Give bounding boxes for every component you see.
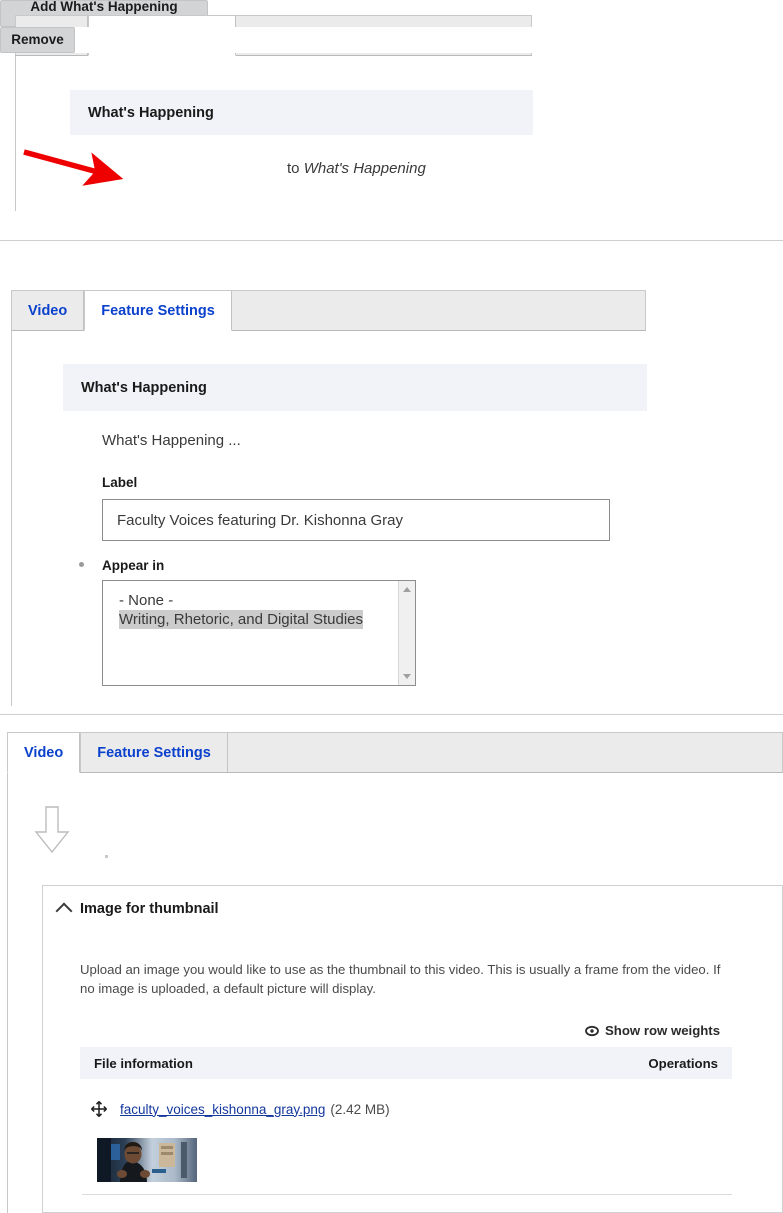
eye-icon — [585, 1025, 599, 1036]
suffix-section-name: What's Happening — [303, 160, 426, 177]
panel-3-left-rail — [7, 773, 8, 1213]
tab-feature-settings[interactable]: Feature Settings — [80, 732, 228, 772]
suffix-prefix-text: to — [287, 160, 300, 177]
tabbar-panel-2: Video Feature Settings — [11, 290, 646, 331]
appear-in-listbox[interactable]: - None - Writing, Rhetoric, and Digital … — [102, 580, 416, 686]
section-title: What's Happening — [81, 379, 207, 396]
row-divider — [82, 1194, 732, 1195]
tab-video[interactable]: Video — [11, 290, 85, 330]
table-row: faculty_voices_kishonna_gray.png (2.42 M… — [90, 1095, 732, 1123]
label-field-input[interactable] — [102, 499, 610, 541]
section-title: What's Happening — [88, 104, 214, 121]
scroll-down-icon[interactable] — [403, 674, 411, 679]
label-field-label: Label — [102, 475, 138, 490]
list-bullet-marker — [79, 562, 84, 567]
remove-file-button[interactable]: Remove — [0, 27, 75, 53]
tabbar-filler — [231, 290, 646, 330]
section-header-whats-happening: What's Happening — [63, 364, 647, 411]
panel-separator-2 — [0, 714, 783, 715]
file-name-link[interactable]: faculty_voices_kishonna_gray.png — [120, 1102, 325, 1117]
tabbar-panel-3: Video Feature Settings — [7, 732, 783, 773]
tabbar-filler — [227, 732, 783, 772]
panel-1-left-rail — [15, 56, 16, 211]
item-summary-text: What's Happening ... — [102, 432, 241, 449]
show-row-weights-label: Show row weights — [605, 1023, 721, 1038]
column-header-operations: Operations — [648, 1055, 718, 1071]
details-summary-label: Image for thumbnail — [80, 900, 219, 917]
file-size-text: (2.42 MB) — [330, 1101, 390, 1117]
tab-feature-settings[interactable]: Feature Settings — [84, 290, 232, 331]
panel-video-thumbnail: Video Feature Settings Image for thumbna… — [0, 27, 783, 1213]
drag-handle-icon[interactable] — [90, 1100, 108, 1118]
listbox-option-writing-rhetoric[interactable]: Writing, Rhetoric, and Digital Studies — [119, 610, 363, 629]
panel-separator-1 — [0, 240, 783, 241]
thumbnail-artwork — [97, 1138, 197, 1182]
thumbnail-preview-image — [97, 1138, 197, 1182]
listbox-scrollbar[interactable] — [398, 581, 415, 685]
image-for-thumbnail-summary[interactable]: Image for thumbnail — [55, 900, 219, 920]
red-arrow-annotation — [23, 149, 124, 186]
stray-dot-artifact — [105, 855, 108, 858]
chevron-up-icon[interactable] — [55, 902, 73, 920]
tab-video[interactable]: Video — [7, 732, 81, 773]
file-table-header: File information Operations — [80, 1047, 732, 1079]
thumbnail-description: Upload an image you would like to use as… — [80, 962, 721, 997]
show-row-weights-toggle[interactable]: Show row weights — [585, 1023, 720, 1038]
panel-2-left-rail — [11, 331, 12, 706]
section-header-whats-happening: What's Happening — [70, 90, 533, 135]
add-button-suffix: to What's Happening — [287, 160, 426, 177]
gray-down-arrow-annotation — [34, 806, 70, 854]
column-header-file-information: File information — [94, 1055, 193, 1071]
scroll-up-icon[interactable] — [403, 587, 411, 592]
panel-add-video: Video Feature Settings What's Happening … — [0, 0, 783, 241]
listbox-option-none[interactable]: - None - — [103, 591, 415, 610]
appear-in-field-label: Appear in — [102, 558, 165, 573]
